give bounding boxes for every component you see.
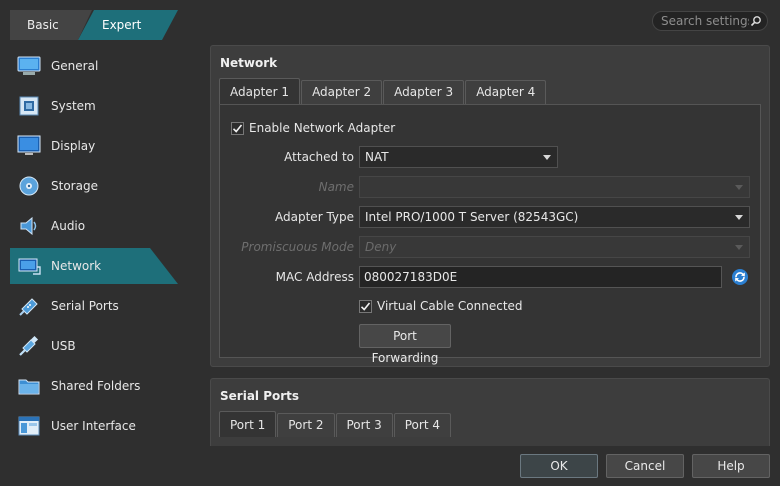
virtual-cable-label: Virtual Cable Connected (377, 299, 523, 313)
tab-label: Adapter 1 (230, 85, 290, 99)
tab-label: Port 3 (346, 418, 382, 432)
tab-label: Adapter 3 (394, 85, 454, 99)
checkbox-box[interactable] (231, 121, 244, 135)
sidebar-item-label: Display (51, 139, 96, 153)
chevron-down-icon (735, 185, 743, 190)
sidebar-item-general[interactable]: General (10, 48, 178, 84)
tab-adapter-2[interactable]: Adapter 2 (301, 80, 383, 104)
storage-icon (16, 173, 42, 199)
attached-to-select[interactable]: NAT (359, 146, 558, 168)
port-tabs: Port 1 Port 2 Port 3 Port 4 (219, 411, 452, 437)
tab-port-1[interactable]: Port 1 (219, 411, 277, 437)
sidebar-item-network[interactable]: Network (10, 248, 178, 284)
sidebar-item-system[interactable]: System (10, 88, 178, 124)
enable-network-adapter-checkbox[interactable]: Enable Network Adapter (231, 121, 395, 135)
shared-folders-icon (16, 373, 42, 399)
adapter-tab-panel: Enable Network Adapter Attached to NAT N… (219, 104, 761, 365)
general-icon (16, 53, 42, 79)
port-forwarding-button[interactable]: Port Forwarding (359, 324, 451, 365)
sidebar-item-serial-ports[interactable]: Serial Ports (10, 288, 178, 324)
enable-network-adapter-label: Enable Network Adapter (249, 121, 396, 135)
sidebar-item-label: Storage (51, 179, 98, 193)
check-icon (360, 301, 371, 311)
network-section: Network Adapter 1 Adapter 2 Adapter 3 Ad… (210, 45, 770, 367)
virtual-cable-checkbox[interactable]: Virtual Cable Connected (359, 299, 523, 313)
network-icon (16, 253, 42, 279)
mac-address-field[interactable]: 080027183D0E (359, 266, 722, 288)
search-input[interactable] (661, 14, 749, 28)
sidebar-item-label: Network (51, 259, 102, 273)
checkbox-box[interactable] (359, 299, 372, 313)
expert-mode-button[interactable]: Expert (102, 10, 141, 40)
promiscuous-mode-select: Deny (359, 236, 750, 258)
help-button[interactable]: Help (692, 454, 770, 478)
promiscuous-mode-value: Deny (365, 240, 397, 254)
network-section-title: Network (220, 56, 278, 70)
sidebar-item-display[interactable]: Display (10, 128, 178, 164)
tab-adapter-1[interactable]: Adapter 1 (219, 78, 301, 104)
user-interface-icon (16, 413, 42, 439)
tab-port-2[interactable]: Port 2 (277, 413, 335, 437)
adapter-type-label: Adapter Type (275, 210, 354, 224)
system-icon (16, 93, 42, 119)
sidebar-item-label: System (51, 99, 96, 113)
basic-mode-button[interactable]: Basic (27, 10, 59, 40)
check-icon (232, 123, 243, 133)
tab-label: Port 1 (230, 418, 266, 432)
sidebar-item-usb[interactable]: USB (10, 328, 178, 364)
adapter-tabs: Adapter 1 Adapter 2 Adapter 3 Adapter 4 (219, 78, 547, 104)
sidebar-item-label: Shared Folders (51, 379, 141, 393)
name-label: Name (318, 180, 354, 194)
search-field[interactable] (652, 11, 768, 31)
mac-address-label: MAC Address (275, 270, 354, 284)
tab-port-3[interactable]: Port 3 (335, 413, 393, 437)
serial-ports-section-title: Serial Ports (220, 389, 300, 403)
tab-adapter-4[interactable]: Adapter 4 (465, 80, 547, 104)
cancel-button[interactable]: Cancel (606, 454, 684, 478)
sidebar-item-user-interface[interactable]: User Interface (10, 408, 178, 444)
tab-label: Port 4 (404, 418, 440, 432)
sidebar-item-label: Serial Ports (51, 299, 119, 313)
adapter-type-select[interactable]: Intel PRO/1000 T Server (82543GC) (359, 206, 750, 228)
audio-icon (16, 213, 42, 239)
settings-sidebar: General System Display Storage Audio Net… (10, 48, 178, 448)
sidebar-item-label: General (51, 59, 99, 73)
tab-port-4[interactable]: Port 4 (393, 413, 451, 437)
ok-button[interactable]: OK (520, 454, 598, 478)
mac-address-value: 080027183D0E (364, 270, 458, 284)
sidebar-item-audio[interactable]: Audio (10, 208, 178, 244)
refresh-icon[interactable] (731, 268, 749, 289)
attached-to-value: NAT (365, 150, 389, 164)
tab-label: Adapter 2 (312, 85, 372, 99)
serial-ports-section: Serial Ports Port 1 Port 2 Port 3 Port 4 (210, 378, 770, 454)
attached-to-label: Attached to (284, 150, 354, 164)
chevron-down-icon (735, 215, 743, 220)
chevron-down-icon (735, 245, 743, 250)
search-icon (750, 15, 762, 30)
display-icon (16, 133, 42, 159)
tab-label: Adapter 4 (476, 85, 536, 99)
sidebar-item-shared-folders[interactable]: Shared Folders (10, 368, 178, 404)
sidebar-item-label: User Interface (51, 419, 136, 433)
chevron-down-icon (543, 155, 551, 160)
usb-icon (16, 333, 42, 359)
name-select (359, 176, 750, 198)
tab-label: Port 2 (288, 418, 324, 432)
sidebar-item-storage[interactable]: Storage (10, 168, 178, 204)
mode-toggle: Basic Expert (10, 10, 178, 40)
sidebar-item-label: Audio (51, 219, 86, 233)
serial-ports-icon (16, 293, 42, 319)
sidebar-item-label: USB (51, 339, 76, 353)
adapter-type-value: Intel PRO/1000 T Server (82543GC) (365, 210, 579, 224)
tab-adapter-3[interactable]: Adapter 3 (383, 80, 465, 104)
promiscuous-mode-label: Promiscuous Mode (241, 240, 354, 254)
